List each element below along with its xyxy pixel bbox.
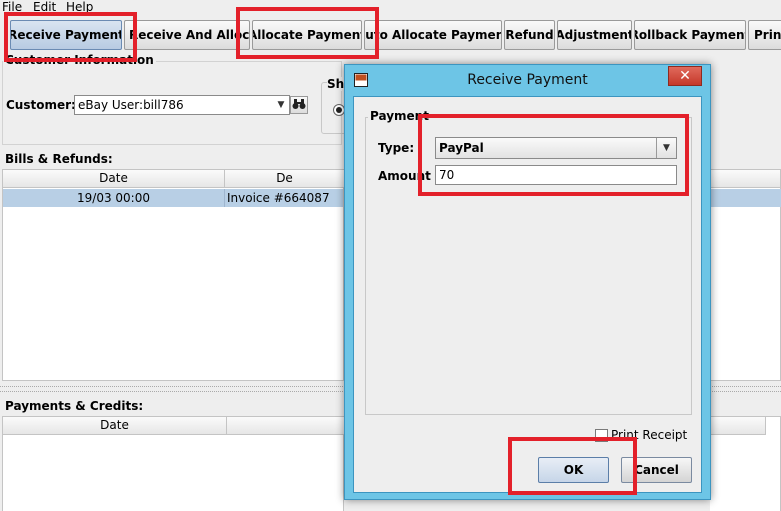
customer-combo[interactable]: eBay User:bill786 ▼ <box>74 95 290 115</box>
bills-col-date[interactable]: Date <box>3 170 225 188</box>
highlight-receive-payment <box>4 12 137 62</box>
dialog-title: Receive Payment <box>467 72 588 88</box>
auto-allocate-payment-button[interactable]: Auto Allocate Payment <box>364 20 502 50</box>
bills-table-right-part <box>710 169 781 381</box>
bills-table: Date De 19/03 00:00 Invoice #664087 <box>2 169 345 381</box>
payments-col-date[interactable]: Date <box>3 417 227 435</box>
customer-label: Customer: <box>6 98 76 112</box>
payments-table-right-part <box>710 416 781 511</box>
binoculars-icon <box>292 98 306 113</box>
type-label: Type: <box>378 141 415 155</box>
payments-table: Date <box>2 416 345 511</box>
payments-col-extra[interactable] <box>710 417 766 435</box>
payments-panel-title: Payments & Credits: <box>3 399 146 413</box>
rollback-payment-button[interactable]: Rollback Payment <box>634 20 746 50</box>
table-row[interactable]: 19/03 00:00 Invoice #664087 <box>3 189 343 207</box>
adjustment-button[interactable]: Adjustment <box>557 20 632 50</box>
bills-cell-date: 19/03 00:00 <box>3 189 225 207</box>
bills-col-description[interactable]: De <box>225 170 345 188</box>
customer-combo-value: eBay User:bill786 <box>78 98 184 112</box>
table-row[interactable] <box>710 189 781 207</box>
payments-col-2[interactable] <box>227 417 345 435</box>
close-button[interactable]: ✕ <box>668 66 702 86</box>
binoculars-search-button[interactable] <box>290 96 308 114</box>
bills-cell-description: Invoice #664087 <box>227 191 330 205</box>
chevron-down-icon: ▼ <box>277 100 285 110</box>
highlight-ok-button <box>508 437 637 495</box>
refund-button[interactable]: Refund <box>504 20 555 50</box>
bills-col-extra[interactable] <box>710 170 781 188</box>
close-icon: ✕ <box>679 68 691 84</box>
highlight-type-amount <box>418 114 689 196</box>
radio-dot-icon <box>336 107 342 113</box>
dialog-titlebar[interactable]: Receive Payment ✕ <box>345 65 710 95</box>
print-button[interactable]: Print <box>748 20 781 50</box>
highlight-allocate-payment <box>236 7 379 59</box>
receive-and-allocate-button[interactable]: Receive And Allocate <box>124 20 250 50</box>
bills-panel-title: Bills & Refunds: <box>3 152 115 166</box>
